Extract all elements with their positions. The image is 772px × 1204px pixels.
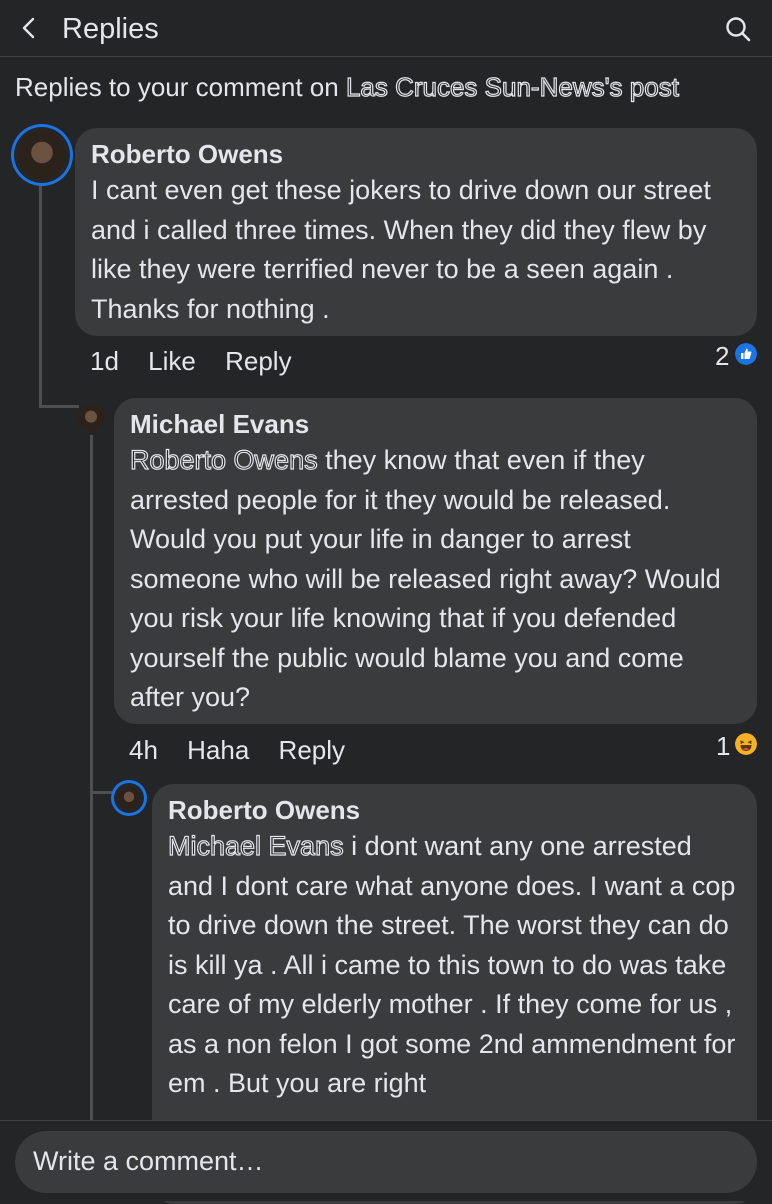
comment-bubble: Roberto Owens I cant even get these joke… xyxy=(75,128,757,336)
thread-line xyxy=(39,405,79,408)
comment-input[interactable]: Write a comment… xyxy=(15,1131,757,1193)
comment-author[interactable]: Roberto Owens xyxy=(91,138,741,171)
comment-actions: 4h Haha Reply xyxy=(129,735,367,766)
page-title: Replies xyxy=(62,13,159,45)
haha-button[interactable]: Haha xyxy=(187,735,249,765)
chevron-left-icon[interactable] xyxy=(18,16,42,40)
comment-time: 1d xyxy=(90,346,119,376)
reaction-count[interactable]: 2 xyxy=(715,341,729,372)
comment-time: 4h xyxy=(129,735,158,765)
reply-button[interactable]: Reply xyxy=(225,346,291,376)
comment-text: Roberto Owens they know that even if the… xyxy=(129,441,741,718)
thread-line xyxy=(39,182,42,407)
mention-link[interactable]: Michael Evans xyxy=(167,830,344,861)
comment-composer: Write a comment… xyxy=(0,1120,772,1201)
replies-context: Replies to your comment on Las Cruces Su… xyxy=(15,71,680,103)
comment-actions: 1d Like Reply xyxy=(90,346,314,377)
comment-body: i dont want any one arrested and I dont … xyxy=(168,831,736,1098)
thread-line xyxy=(90,435,93,793)
reaction-count[interactable]: 1 xyxy=(716,731,730,762)
page-link[interactable]: Las Cruces Sun-News xyxy=(345,71,605,102)
comment-bubble: Michael Evans Roberto Owens they know th… xyxy=(114,398,757,724)
context-suffix: 's post xyxy=(604,71,680,102)
context-prefix: Replies to your comment on xyxy=(15,72,346,102)
mention-link[interactable]: Roberto Owens xyxy=(129,444,318,475)
comment-body: they know that even if they arrested peo… xyxy=(130,445,721,712)
like-button[interactable]: Like xyxy=(148,346,196,376)
avatar[interactable] xyxy=(117,786,141,810)
top-bar: Replies xyxy=(0,0,772,57)
comment-text: Michael Evans i dont want any one arrest… xyxy=(167,827,741,1104)
avatar[interactable] xyxy=(77,404,105,432)
thread-line xyxy=(90,791,114,794)
reply-button[interactable]: Reply xyxy=(279,735,345,765)
comment-author[interactable]: Roberto Owens xyxy=(168,794,741,827)
haha-icon xyxy=(735,733,757,755)
avatar[interactable] xyxy=(17,130,67,180)
comment-text: I cant even get these jokers to drive do… xyxy=(91,175,711,324)
like-icon xyxy=(735,343,757,365)
comment-author[interactable]: Michael Evans xyxy=(130,408,741,441)
search-icon[interactable] xyxy=(724,15,752,43)
thread-line xyxy=(90,791,93,1121)
